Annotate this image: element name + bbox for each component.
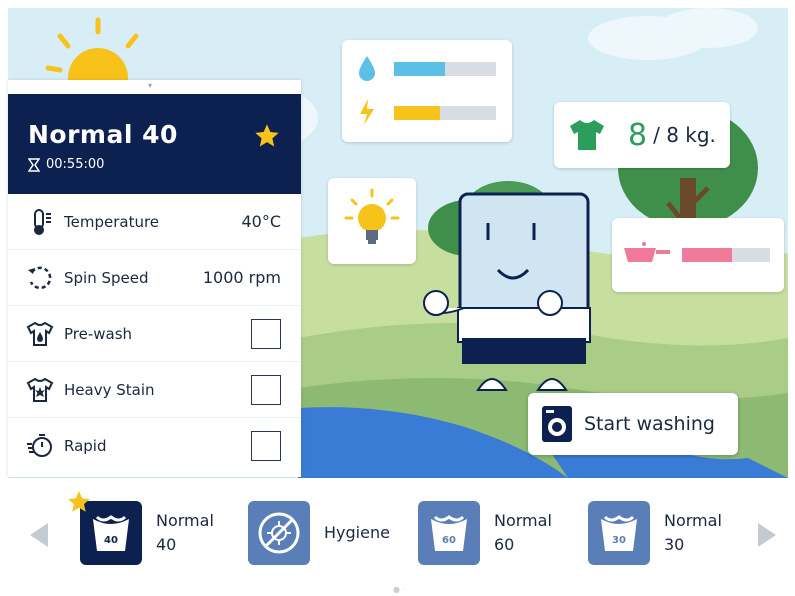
program-duration: 00:55:00 bbox=[28, 157, 301, 172]
water-drop-icon bbox=[359, 56, 375, 81]
program-label-line2: 40 bbox=[156, 535, 177, 554]
lighting-bubble bbox=[328, 178, 416, 264]
program-label-line1: Normal bbox=[664, 511, 722, 530]
option-label: Temperature bbox=[64, 212, 160, 231]
detergent-level-fill bbox=[682, 248, 733, 262]
option-value: 1000 rpm bbox=[202, 268, 281, 287]
load-weight-bubble: 8 / 8 kg. bbox=[554, 102, 730, 168]
energy-bolt-icon bbox=[360, 99, 374, 125]
program-item-hygiene[interactable]: Hygiene bbox=[248, 501, 390, 565]
option-label: Pre-wash bbox=[64, 324, 133, 343]
heavy-stain-icon bbox=[26, 377, 54, 402]
energy-usage-bar bbox=[394, 106, 496, 120]
option-label: Heavy Stain bbox=[64, 380, 155, 399]
water-usage-bar bbox=[394, 62, 496, 76]
program-label: Normal 60 bbox=[494, 509, 552, 557]
program-label-line1: Normal bbox=[156, 511, 214, 530]
option-value: 40°C bbox=[241, 212, 281, 231]
hygiene-icon bbox=[258, 512, 300, 554]
option-rapid[interactable]: Rapid bbox=[8, 418, 301, 474]
program-icon bbox=[248, 501, 310, 565]
option-pre-wash[interactable]: Pre-wash bbox=[8, 306, 301, 362]
washing-machine-screen: { "program": { "title": "Normal 40", "ti… bbox=[0, 0, 795, 596]
pre-wash-icon bbox=[26, 321, 54, 346]
program-badge: 60 bbox=[442, 535, 456, 546]
light-bulb-icon bbox=[344, 188, 400, 244]
heavy-stain-checkbox[interactable] bbox=[251, 374, 281, 405]
program-label: Normal 40 bbox=[156, 509, 214, 557]
start-washing-label: Start washing bbox=[584, 413, 715, 435]
program-badge: 30 bbox=[612, 535, 626, 546]
load-current-value: 8 bbox=[628, 117, 648, 153]
detergent-scoop-icon bbox=[624, 242, 670, 262]
t-shirt-icon bbox=[570, 120, 604, 150]
program-time-value: 00:55:00 bbox=[46, 157, 105, 172]
carousel-page-dots: ● · bbox=[393, 585, 406, 594]
program-label: Normal 30 bbox=[664, 509, 722, 557]
thermometer-icon bbox=[34, 208, 51, 235]
start-washing-button[interactable]: Start washing bbox=[528, 393, 738, 455]
carousel-prev-arrow[interactable] bbox=[30, 523, 48, 547]
program-item-normal-30[interactable]: 30 Normal 30 bbox=[588, 501, 722, 565]
rapid-checkbox[interactable] bbox=[251, 431, 281, 461]
option-label: Spin Speed bbox=[64, 268, 149, 287]
option-temperature[interactable]: Temperature 40°C bbox=[8, 194, 301, 250]
resource-usage-bubble bbox=[342, 40, 512, 142]
program-label: Hygiene bbox=[324, 521, 390, 545]
program-badge: 40 bbox=[104, 535, 118, 546]
program-icon: 30 bbox=[588, 501, 650, 565]
program-icon: 40 bbox=[68, 491, 142, 565]
favorite-star-icon bbox=[68, 491, 90, 512]
energy-usage-fill bbox=[394, 106, 440, 120]
water-usage-fill bbox=[394, 62, 445, 76]
favorite-star-icon[interactable] bbox=[253, 122, 281, 150]
hourglass-icon bbox=[28, 157, 40, 172]
spin-icon bbox=[28, 266, 52, 289]
program-label-line2: 30 bbox=[664, 535, 685, 554]
option-spin-speed[interactable]: Spin Speed 1000 rpm bbox=[8, 250, 301, 306]
program-label-line1: Normal bbox=[494, 511, 552, 530]
program-item-normal-60[interactable]: 60 Normal 60 bbox=[418, 501, 552, 565]
program-item-normal-40[interactable]: 40 Normal 40 bbox=[68, 491, 214, 565]
rapid-icon bbox=[27, 434, 52, 457]
program-header: Normal 40 00:55:00 bbox=[8, 94, 301, 194]
option-label: Rapid bbox=[64, 437, 107, 455]
wash-tub-icon bbox=[601, 515, 637, 551]
washing-machine-icon bbox=[542, 406, 572, 442]
option-heavy-stain[interactable]: Heavy Stain bbox=[8, 362, 301, 418]
program-label-line1: Hygiene bbox=[324, 523, 390, 542]
program-settings-panel: ▾ Normal 40 00:55:00 Temperature 40°C Sp… bbox=[8, 80, 301, 477]
wash-tub-icon bbox=[93, 515, 129, 551]
wash-tub-icon bbox=[431, 515, 467, 551]
carousel-next-arrow[interactable] bbox=[758, 523, 776, 547]
detergent-level-bar bbox=[682, 248, 770, 262]
program-icon: 60 bbox=[418, 501, 480, 565]
detergent-bubble bbox=[612, 218, 784, 292]
program-carousel: 40 Normal 40 Hygiene 60 Normal 60 30 Nor… bbox=[8, 478, 788, 594]
program-label-line2: 60 bbox=[494, 535, 515, 554]
pre-wash-checkbox[interactable] bbox=[251, 318, 281, 349]
panel-drag-handle[interactable]: ▾ bbox=[8, 80, 301, 94]
load-max-label: / 8 kg. bbox=[653, 123, 716, 147]
